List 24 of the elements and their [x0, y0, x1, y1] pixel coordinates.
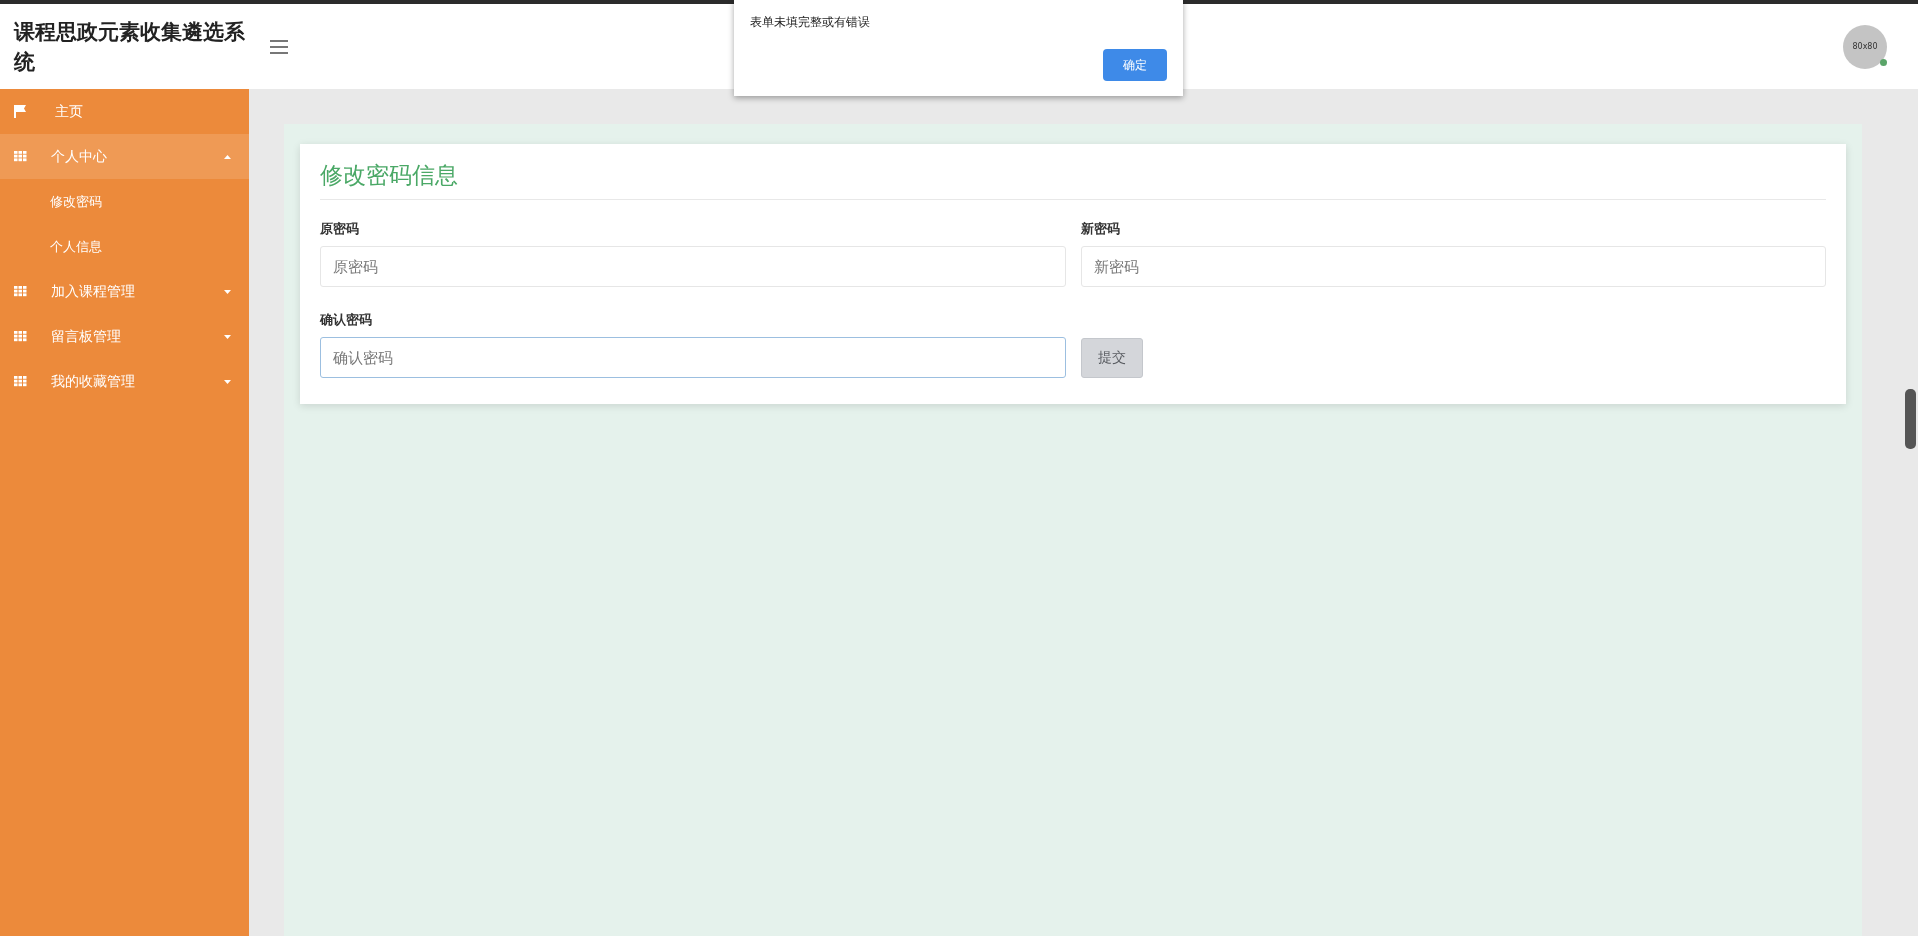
menu-icon[interactable] [270, 39, 288, 54]
avatar-label: 80x80 [1852, 42, 1878, 51]
grid-icon [14, 151, 27, 162]
field-label: 确认密码 [320, 311, 373, 327]
grid-icon [14, 376, 27, 387]
sidebar-item[interactable]: 主页 [0, 89, 249, 134]
sidebar-item[interactable]: 留言板管理 [0, 314, 249, 359]
sidebar-item[interactable]: 加入课程管理 [0, 269, 249, 314]
alert-message: 表单未填完整或有错误 [750, 14, 871, 31]
sidebar-item[interactable]: 个人中心 [0, 134, 249, 179]
sidebar-item[interactable]: 我的收藏管理 [0, 359, 249, 404]
grid-icon [14, 331, 27, 342]
form-title: 修改密码信息 [320, 160, 1826, 200]
field-label: 新密码 [1080, 220, 1121, 236]
system-title: 课程思政元素收集遴选系统 [14, 18, 246, 76]
field-label: 原密码 [320, 220, 360, 236]
scrollbar[interactable] [1903, 89, 1918, 936]
submenu-item[interactable]: 修改密码 [0, 179, 249, 224]
avatar[interactable]: 80x80 [1843, 24, 1887, 69]
ok-button[interactable]: 确定 [1103, 49, 1167, 81]
input-field[interactable]: 确认密码 [320, 337, 1066, 378]
flag-icon [14, 105, 27, 118]
submenu-item[interactable]: 个人信息 [0, 224, 249, 269]
grid-icon [14, 286, 27, 297]
